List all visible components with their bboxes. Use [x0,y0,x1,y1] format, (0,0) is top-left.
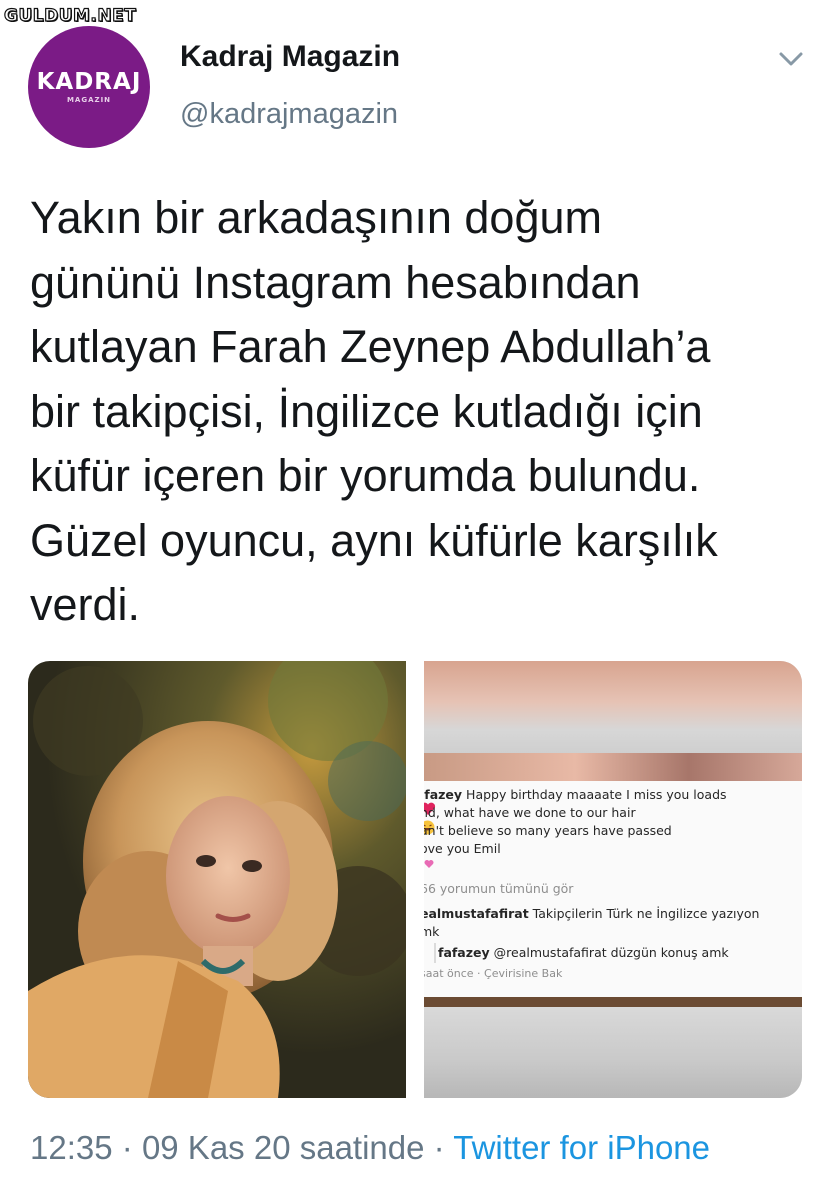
caption-text-2: nd, what have we done to our hair [424,805,636,820]
account-handle[interactable]: @kadrajmagazin [180,98,398,131]
blurred-bottom-area [424,1007,802,1098]
tweet-photo-portrait[interactable] [28,661,406,1098]
view-all-comments[interactable]: 66 yorumun tümünü gör [424,881,573,896]
tweet-text: Yakın bir arkadaşının doğum gününü Insta… [30,192,718,630]
see-translation-link[interactable]: Çevirisine Bak [484,967,562,980]
display-name[interactable]: Kadraj Magazin [180,40,400,74]
tweet-date[interactable]: 09 Kas 20 saatinde [142,1129,425,1166]
caption-line-4: ove you Emil [424,841,501,856]
instagram-photo-edge-bottom [424,997,802,1007]
portrait-photo-image [28,661,406,1098]
comment-line-1: ealmustafafirat Takipçilerin Türk ne İng… [424,906,759,921]
reply-line: fafazey @realmustafafirat düzgün konuş a… [438,945,729,960]
caption-text: Happy birthday maaaate I miss you loads [466,787,727,802]
tweet-photo-instagram-screenshot[interactable]: ıfazey Happy birthday maaaate I miss you… [424,661,802,1098]
avatar-logo-subtext: MAGAZIN [66,95,112,104]
tweet-source-link[interactable]: Twitter for iPhone [453,1129,710,1166]
avatar[interactable]: KADRAJ MAGAZIN [28,26,150,148]
comment-line-2: mk [424,924,440,939]
reply-indent-bar [434,943,436,963]
tweet-time[interactable]: 12:35 [30,1129,113,1166]
reply-text: @realmustafafirat düzgün konuş amk [493,945,729,960]
chevron-down-icon[interactable] [776,44,806,74]
caption-username: ıfazey [424,787,463,802]
site-watermark: GULDUM.NET [3,5,137,26]
comment-username: ealmustafafirat [424,906,529,921]
reply-meta-separator: · [477,967,481,980]
avatar-logo-text: KADRAJ [36,68,142,95]
reply-meta: saat önce · Çevirisine Bak [424,967,562,980]
reply-time: saat önce [424,967,474,980]
comment-text: Takipçilerin Türk ne İngilizce yazıyon [532,906,760,921]
blurred-photo-area [424,661,802,753]
tweet-footer: 12:35 · 09 Kas 20 saatinde · Twitter for… [30,1129,710,1167]
reply-username: fafazey [438,945,490,960]
caption-line-3: an't believe so many years have passed [424,823,672,838]
instagram-photo-edge [424,753,802,781]
pink-heart-icon [424,860,434,868]
footer-separator-2: · [433,1129,445,1166]
footer-separator: · [121,1129,133,1166]
